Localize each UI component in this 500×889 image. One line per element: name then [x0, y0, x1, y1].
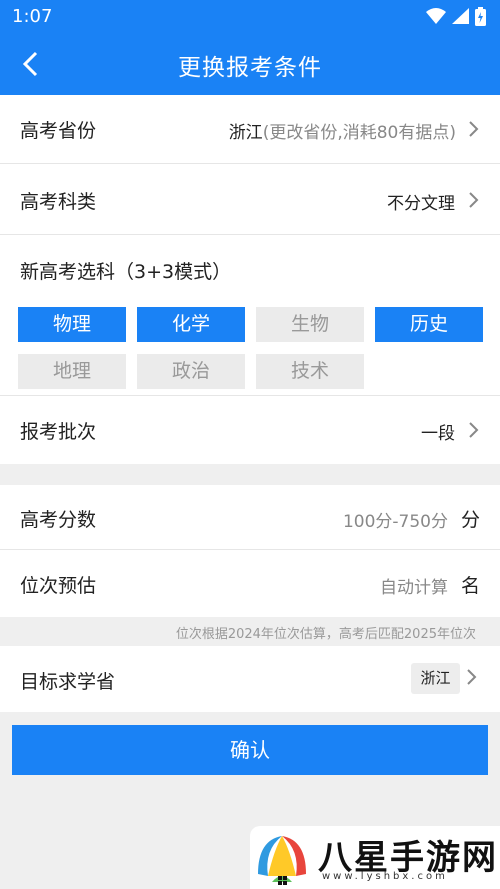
- subjects-row: 新高考选科（3+3模式）: [0, 235, 500, 300]
- status-bar: 1:07: [0, 0, 500, 33]
- batch-label: 报考批次: [20, 421, 97, 443]
- signal-icon: [452, 8, 469, 24]
- chevron-right-icon: [467, 669, 477, 685]
- province-change-note: (更改省份,消耗80有据点): [262, 123, 456, 143]
- province-value-group: 浙江(更改省份,消耗80有据点): [229, 118, 456, 143]
- subject-chip-physics[interactable]: 物理: [18, 307, 126, 342]
- confirm-button[interactable]: 确认: [12, 725, 488, 775]
- subject-chip-chemistry[interactable]: 化学: [137, 307, 245, 342]
- chevron-right-icon: [469, 422, 479, 438]
- province-label: 高考省份: [20, 120, 97, 142]
- target-province-badge[interactable]: 浙江: [411, 663, 460, 694]
- rank-unit: 名: [460, 575, 480, 597]
- category-row[interactable]: 高考科类 不分文理: [0, 164, 500, 235]
- watermark-logo-icon: [258, 836, 306, 885]
- rank-note-text: 位次根据2024年位次估算，高考后匹配2025年位次: [175, 627, 476, 642]
- subjects-label: 新高考选科（3+3模式）: [20, 261, 232, 283]
- rank-label: 位次预估: [20, 575, 97, 597]
- rank-row: 位次预估 自动计算 名: [0, 550, 500, 617]
- score-row: 高考分数 100分-750分 分: [0, 485, 500, 550]
- page-title: 更换报考条件: [178, 55, 322, 81]
- subject-chip-geography[interactable]: 地理: [18, 354, 126, 389]
- subject-chip-politics[interactable]: 政治: [137, 354, 245, 389]
- score-input[interactable]: 100分-750分: [343, 507, 448, 532]
- score-unit: 分: [460, 509, 480, 531]
- subject-chip-history[interactable]: 历史: [375, 307, 483, 342]
- chevron-right-icon: [469, 192, 479, 208]
- province-value: 浙江: [228, 123, 263, 143]
- watermark-url: www.lyshbx.com: [322, 871, 448, 882]
- wifi-icon: [426, 8, 446, 24]
- subject-chip-technology[interactable]: 技术: [256, 354, 364, 389]
- rank-estimate: 自动计算: [380, 578, 448, 598]
- target-province-label: 目标求学省: [20, 671, 116, 693]
- subject-chip-biology[interactable]: 生物: [256, 307, 364, 342]
- batch-row[interactable]: 报考批次 一段: [0, 395, 500, 464]
- chevron-right-icon: [469, 121, 479, 137]
- battery-icon: [475, 6, 486, 26]
- watermark: 八星手游网 www.lyshbx.com: [250, 826, 500, 889]
- category-value: 不分文理: [387, 194, 455, 214]
- subject-chips: 物理 化学 生物 历史 地理 政治 技术: [0, 300, 500, 395]
- score-label: 高考分数: [20, 509, 97, 531]
- rank-note: 位次根据2024年位次估算，高考后匹配2025年位次: [0, 618, 500, 646]
- batch-value: 一段: [421, 424, 455, 444]
- status-time: 1:07: [12, 6, 53, 27]
- category-label: 高考科类: [20, 191, 97, 213]
- title-bar: 更换报考条件: [0, 33, 500, 95]
- status-icons: [426, 6, 486, 26]
- province-row[interactable]: 高考省份 浙江(更改省份,消耗80有据点): [0, 95, 500, 164]
